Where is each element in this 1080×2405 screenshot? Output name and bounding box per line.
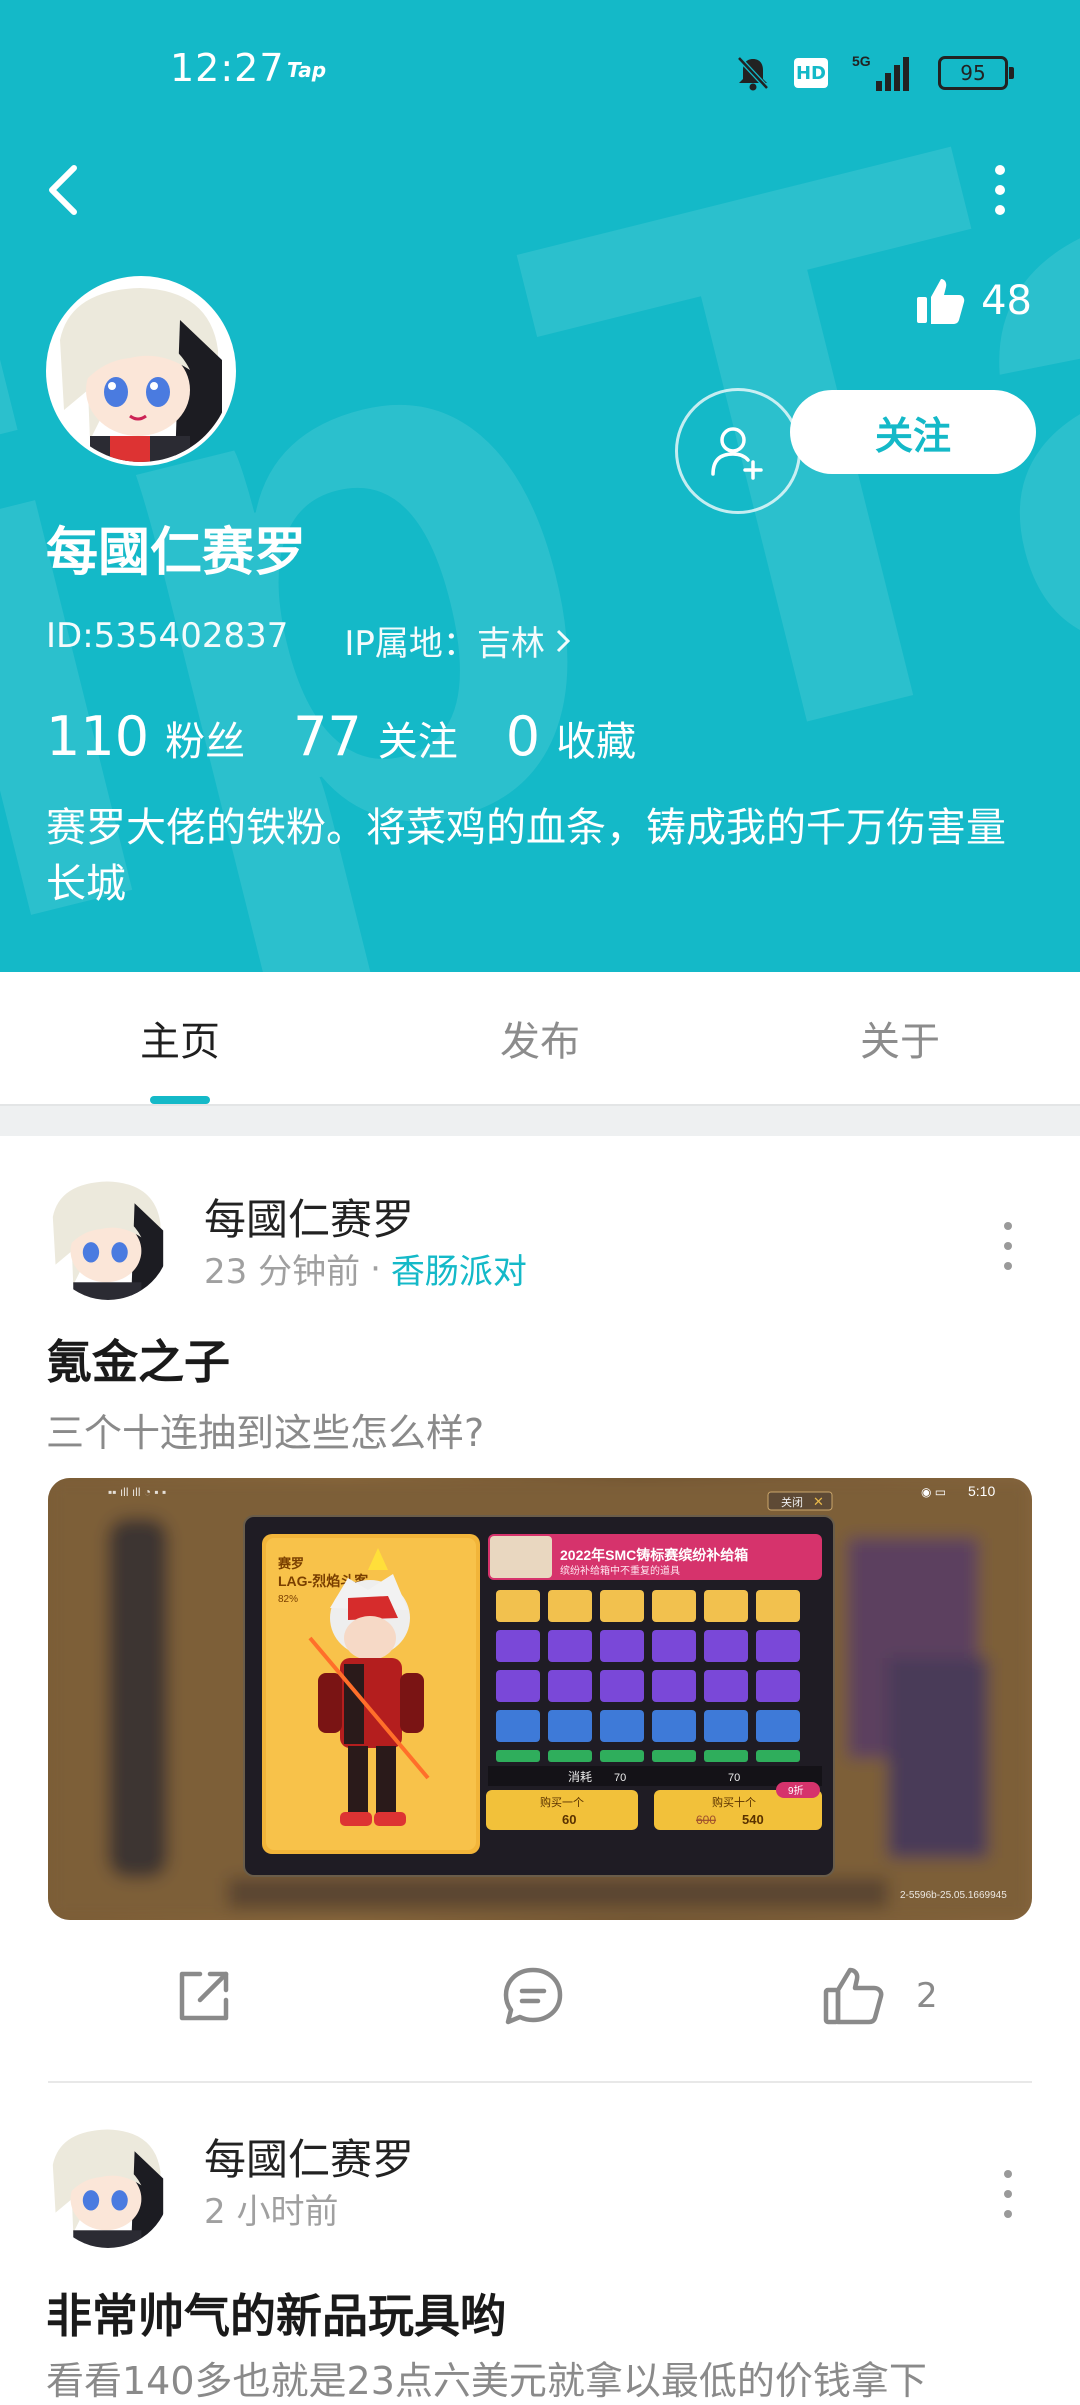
comment-icon [503,1967,563,2025]
hd-icon: HD [794,58,828,88]
profile-avatar[interactable] [46,276,236,466]
post-meta: 23 分钟前 · 香肠派对 [204,1244,527,1293]
stat-fans[interactable]: 110 粉丝 [46,705,245,768]
back-arrow-icon[interactable] [40,160,90,220]
post-image[interactable]: ▪▪ ıll ıll ◔ ▪ ▪ 5:10 ◉ ▭ 关闭 ✕ 赛罗 LAG-烈焰… [48,1478,1032,1920]
share-icon [179,1971,229,2021]
svg-text:▪▪ ıll ıll ◔ ▪ ▪: ▪▪ ıll ıll ◔ ▪ ▪ [108,1485,166,1499]
post-author-avatar[interactable] [46,2124,170,2248]
status-time: 12:27 [170,46,285,90]
profile-name: 每國仁赛罗 [46,523,307,583]
game-screenshot: ▪▪ ıll ıll ◔ ▪ ▪ 5:10 ◉ ▭ 关闭 ✕ 赛罗 LAG-烈焰… [48,1478,1032,1920]
add-user-icon [711,427,763,480]
post-divider [48,2081,1032,2083]
svg-text:600: 600 [696,1813,716,1827]
chevron-right-icon [556,629,571,652]
status-icons: HD 5G 95 [736,52,1014,94]
signal-5g-icon: 5G [852,53,909,91]
stat-number: 77 [293,705,362,768]
profile-meta: ID:535402837 IP属地：吉林 [46,616,571,665]
tab-home[interactable]: 主页 [0,972,360,1104]
profile-id: ID:535402837 [46,616,289,656]
svg-text:540: 540 [742,1812,764,1827]
post-author-avatar[interactable] [46,1176,170,1300]
mute-bell-icon [737,56,769,91]
follow-button[interactable]: 关注 [790,390,1036,474]
profile-stats: 110 粉丝 77 关注 0 收藏 [46,705,684,768]
meta-separator: · [370,1248,381,1289]
svg-text:2022年SMC铸标赛缤纷补给箱: 2022年SMC铸标赛缤纷补给箱 [560,1547,748,1563]
feed-post: 每國仁赛罗 23 分钟前 · 香肠派对 氪金之子 三个十连抽到这些怎么样? ▪▪… [0,1136,1080,2084]
section-divider [0,1104,1080,1136]
post-actions: 2 [0,1936,1080,2056]
svg-text:赛罗: 赛罗 [277,1556,304,1571]
post-author-name[interactable]: 每國仁赛罗 [204,1186,414,1247]
add-friend-button[interactable] [675,388,801,514]
profile-likes: 48 [915,275,1032,327]
post-game-link[interactable]: 香肠派对 [391,1244,527,1293]
svg-text:82%: 82% [278,1594,298,1605]
post-title[interactable]: 氪金之子 [46,1326,230,1392]
profile-tabs: 主页 发布 关于 [0,972,1080,1104]
svg-text:◉ ▭: ◉ ▭ [921,1485,946,1499]
battery-icon: 95 [938,56,1014,90]
post-meta: 2 小时前 [204,2184,338,2233]
post-time: 23 分钟前 [204,1252,361,1292]
post-more-icon[interactable] [996,1216,1020,1276]
svg-text:关闭: 关闭 [781,1495,803,1509]
post-time: 2 小时前 [204,2192,339,2232]
anime-avatar-image [46,2124,170,2248]
svg-text:60: 60 [562,1812,576,1827]
anime-avatar-image [50,280,232,462]
status-bar: 12:27 Tap HD 5G 95 [0,0,1080,140]
stat-following[interactable]: 77 关注 [293,705,458,768]
svg-text:9折: 9折 [788,1784,804,1797]
thumbs-up-icon [917,279,965,324]
like-count: 48 [981,278,1032,324]
tab-posts[interactable]: 发布 [360,972,720,1104]
ip-location-link[interactable]: IP属地：吉林 [344,616,571,665]
svg-text:2-5596b-25.05.1669945: 2-5596b-25.05.1669945 [900,1890,1007,1901]
stat-label: 收藏 [556,719,637,765]
svg-text:5:10: 5:10 [968,1483,995,1499]
active-tab-indicator [150,1096,210,1104]
tap-notification-icon: Tap [287,58,327,82]
share-button[interactable] [172,1936,236,2056]
svg-text:70: 70 [614,1772,626,1784]
post-description[interactable]: 三个十连抽到这些怎么样? [46,1402,484,1457]
stat-label: 关注 [377,719,458,765]
stat-number: 110 [46,705,150,768]
profile-header: ipTa 12:27 Tap HD 5G 95 48 关注 每國仁赛罗 ID:5… [0,0,1080,972]
svg-text:消耗: 消耗 [568,1770,592,1784]
comment-button[interactable] [500,1936,566,2056]
stat-number: 0 [505,705,541,768]
profile-bio: 赛罗大佬的铁粉。将菜鸡的血条，铸成我的千万伤害量长城 [46,805,1006,907]
svg-text:70: 70 [728,1772,740,1784]
thumbs-up-outline-icon [823,1967,884,2025]
post-description[interactable]: 看看140多也就是23点六美元就拿以最低的价钱拿下 [46,2350,927,2405]
stat-favorites[interactable]: 0 收藏 [506,705,636,768]
like-button[interactable]: 2 [822,1936,938,2056]
post-author-name[interactable]: 每國仁赛罗 [204,2126,414,2187]
post-more-icon[interactable] [996,2164,1020,2224]
stat-label: 粉丝 [165,719,246,765]
svg-text:5G: 5G [852,53,871,69]
tab-about[interactable]: 关于 [720,972,1080,1104]
like-count: 2 [916,1976,938,2016]
feed-post: 每國仁赛罗 2 小时前 非常帅气的新品玩具哟 看看140多也就是23点六美元就拿… [0,2084,1080,2403]
svg-text:缤纷补给箱中不重复的道具: 缤纷补给箱中不重复的道具 [560,1564,680,1577]
svg-text:购买一个: 购买一个 [540,1795,584,1809]
ip-location-text: IP属地：吉林 [344,624,545,664]
more-vertical-icon[interactable] [970,160,1030,220]
svg-text:✕: ✕ [813,1494,824,1509]
post-title[interactable]: 非常帅气的新品玩具哟 [46,2280,506,2346]
anime-avatar-image [46,1176,170,1300]
battery-level: 95 [960,61,986,85]
svg-text:购买十个: 购买十个 [712,1795,756,1809]
